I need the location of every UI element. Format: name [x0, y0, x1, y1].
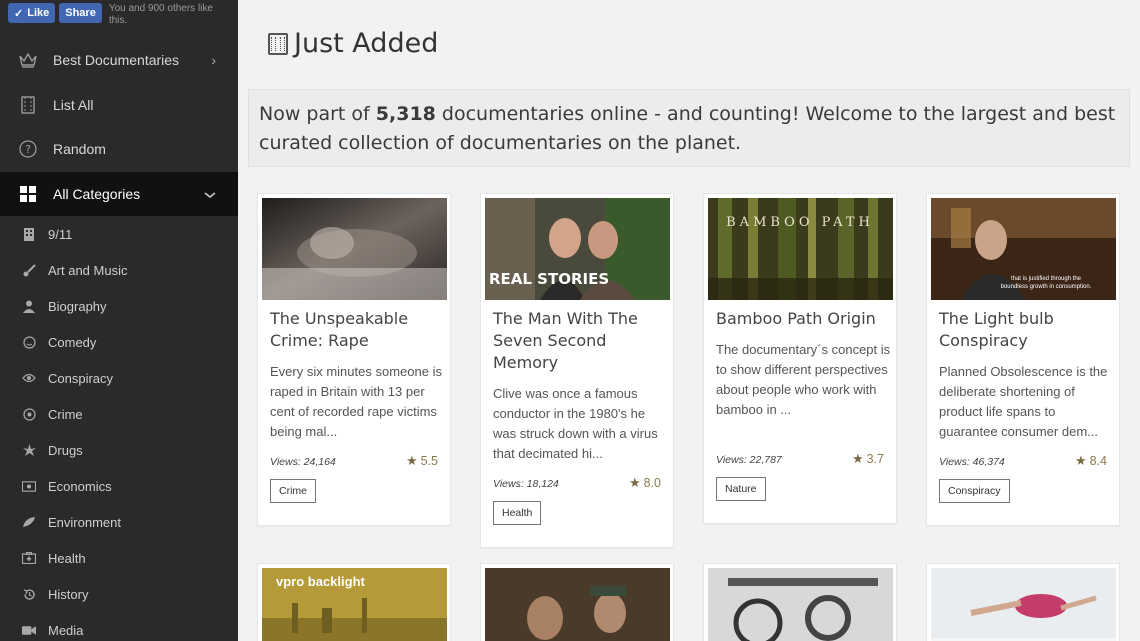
category-art-and-music[interactable]: Art and Music [0, 252, 238, 288]
chevron-right-icon: › [211, 52, 216, 69]
category-crime[interactable]: Crime [0, 396, 238, 432]
documentary-card[interactable]: The Unspeakable Crime: Rape Every six mi… [257, 193, 451, 526]
medkit-icon [22, 551, 36, 565]
facebook-share-button[interactable]: Share [59, 3, 102, 23]
views-count: Views: 46,374 [939, 456, 1005, 468]
category-tag[interactable]: Crime [270, 479, 316, 503]
star-icon: ★ [405, 453, 418, 468]
nav-best-documentaries[interactable]: Best Documentaries › [0, 38, 238, 83]
documentary-description: The documentary´s concept is to show dif… [716, 342, 891, 417]
documentary-count: 5,318 [375, 103, 436, 125]
facebook-like-note: You and 900 others like this. [108, 3, 213, 26]
thumb-overlay-text: vpro backlight [276, 574, 366, 589]
camera-icon [22, 623, 36, 637]
category-history[interactable]: History [0, 576, 238, 612]
svg-text:?: ? [25, 143, 31, 156]
category-tag[interactable]: Nature [716, 477, 766, 501]
crown-icon [18, 50, 38, 70]
documentary-card[interactable] [480, 563, 674, 641]
documentary-thumbnail[interactable] [485, 568, 670, 641]
grid-icon [18, 184, 38, 204]
category-media[interactable]: Media [0, 612, 238, 641]
documentary-title[interactable]: The Unspeakable Crime: Rape [270, 308, 445, 352]
welcome-banner: Now part of 5,318 documentaries online -… [248, 89, 1130, 167]
chevron-down-icon [204, 186, 216, 202]
facebook-bar: ✓ Like Share You and 900 others like thi… [0, 0, 238, 38]
rating: ★ 3.7 [851, 451, 884, 466]
star-icon: ★ [1074, 453, 1087, 468]
feather-icon [22, 515, 36, 529]
documentary-title[interactable]: The Light bulb Conspiracy [939, 308, 1114, 352]
nav-random[interactable]: ? Random [0, 127, 238, 172]
category-tag[interactable]: Health [493, 501, 542, 525]
sidebar: ✓ Like Share You and 900 others like thi… [0, 0, 238, 641]
user-icon [22, 299, 36, 313]
category-conspiracy[interactable]: Conspiracy [0, 360, 238, 396]
documentary-description: Clive was once a famous conductor in the… [493, 386, 658, 461]
category-environment[interactable]: Environment [0, 504, 238, 540]
documentary-thumbnail[interactable]: that is justified through the boundless … [931, 198, 1116, 300]
category-health[interactable]: Health [0, 540, 238, 576]
documentary-card[interactable]: REAL STORIES The Man With The Seven Seco… [480, 193, 674, 548]
documentary-thumbnail[interactable] [708, 568, 893, 641]
documentary-card[interactable]: vpro backlight [257, 563, 451, 641]
svg-text:boundless growth in consumptio: boundless growth in consumption. [1001, 284, 1092, 290]
brush-icon [22, 263, 36, 277]
category-9-11[interactable]: 9/11 [0, 216, 238, 252]
documentary-thumbnail[interactable]: BAMBOO PATH [708, 198, 893, 300]
documentary-thumbnail[interactable]: vpro backlight [262, 568, 447, 641]
documentary-title[interactable]: The Man With The Seven Second Memory [493, 308, 668, 374]
smile-icon [22, 335, 36, 349]
thumb-overlay-text: REAL STORIES [489, 270, 609, 288]
category-tag[interactable]: Conspiracy [939, 479, 1010, 503]
views-count: Views: 24,164 [270, 456, 336, 468]
film-icon [268, 32, 288, 55]
question-icon: ? [18, 139, 38, 159]
page-title: Just Added [294, 28, 439, 59]
documentary-title[interactable]: Bamboo Path Origin [716, 308, 891, 330]
building-icon [22, 227, 36, 241]
category-biography[interactable]: Biography [0, 288, 238, 324]
documentary-description: Planned Obsolescence is the deliberate s… [939, 364, 1108, 439]
star-icon: ★ [628, 475, 641, 490]
rating: ★ 8.0 [628, 475, 661, 490]
rating: ★ 5.5 [405, 453, 438, 468]
history-icon [22, 587, 36, 601]
documentary-card[interactable] [926, 563, 1120, 641]
documentary-thumbnail[interactable] [931, 568, 1116, 641]
category-comedy[interactable]: Comedy [0, 324, 238, 360]
documentary-card[interactable]: that is justified through the boundless … [926, 193, 1120, 526]
nav-list-all[interactable]: List All [0, 83, 238, 128]
views-count: Views: 22,787 [716, 454, 782, 466]
documentary-card[interactable]: BAMBOO PATH Bamboo Path Origin The docum… [703, 193, 897, 524]
nav-all-categories[interactable]: All Categories [0, 171, 238, 216]
film-icon [18, 95, 38, 115]
svg-text:that is justified through the: that is justified through the [1011, 276, 1082, 282]
documentary-card[interactable] [703, 563, 897, 641]
leaf-icon [22, 443, 36, 457]
main-content: Just Added Now part of 5,318 documentari… [238, 0, 1140, 641]
views-count: Views: 18,124 [493, 478, 559, 490]
money-icon [22, 479, 36, 493]
category-drugs[interactable]: Drugs [0, 432, 238, 468]
page-header: Just Added [268, 28, 438, 59]
documentary-description: Every six minutes someone is raped in Br… [270, 364, 442, 439]
check-icon: ✓ [14, 7, 24, 20]
facebook-like-button[interactable]: ✓ Like [8, 3, 56, 23]
eye-icon [22, 371, 36, 385]
thumb-overlay-text: BAMBOO PATH [726, 215, 874, 230]
documentary-thumbnail[interactable]: REAL STORIES [485, 198, 670, 300]
documentary-thumbnail[interactable] [262, 198, 447, 300]
target-icon [22, 407, 36, 421]
rating: ★ 8.4 [1074, 453, 1107, 468]
star-icon: ★ [851, 451, 864, 466]
category-economics[interactable]: Economics [0, 468, 238, 504]
